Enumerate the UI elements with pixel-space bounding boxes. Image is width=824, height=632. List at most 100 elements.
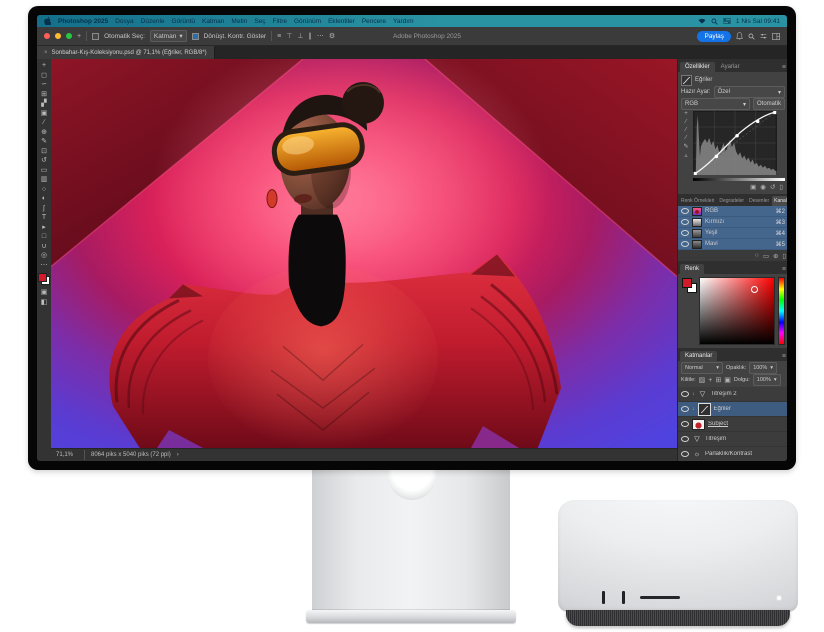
type-tool-icon[interactable]: T [37,213,51,223]
dodge-tool-icon[interactable]: ◐ [37,194,51,204]
curves-graph[interactable] [693,111,785,177]
fill-dropdown[interactable]: 100%▾ [753,374,781,386]
bell-icon[interactable] [736,32,743,40]
opacity-dropdown[interactable]: 100%▾ [749,362,777,374]
wifi-icon[interactable] [698,18,706,24]
brush-tool-icon[interactable]: ✎ [37,137,51,147]
crop-tool-icon[interactable]: ▞ [37,99,51,109]
history-brush-tool-icon[interactable]: ↺ [37,156,51,166]
save-selection-icon[interactable]: ▭ [763,252,769,260]
fg-bg-swatches[interactable] [681,277,696,345]
marquee-tool-icon[interactable]: ◻ [37,71,51,81]
align-top-icon[interactable]: ⊤ [286,32,292,40]
lasso-tool-icon[interactable]: ∽ [37,80,51,90]
menu-item-goruntu[interactable]: Görüntü [172,18,196,25]
search-icon[interactable] [748,33,755,40]
hand-adjust-icon[interactable]: + [684,111,688,117]
pen-tool-icon[interactable]: ∫ [37,204,51,214]
layer-row[interactable]: Subject [678,417,787,432]
menu-item-metin[interactable]: Metin [231,18,247,25]
tab-renk[interactable]: Renk [680,264,704,274]
tab-katmanlar[interactable]: Katmanlar [680,351,717,361]
menu-item-duzenle[interactable]: Düzenle [141,18,165,25]
sliders-icon[interactable] [760,33,767,40]
lock-position-icon[interactable]: + [708,377,712,384]
gear-icon[interactable]: ⚙ [329,32,335,40]
eraser-tool-icon[interactable]: ▭ [37,166,51,176]
screen-mode-icon[interactable]: ◧ [37,298,51,308]
toggle-visibility-icon[interactable]: ◉ [760,183,766,191]
healing-tool-icon[interactable]: ⊕ [37,128,51,138]
quick-mask-icon[interactable]: ▣ [37,288,51,298]
delete-icon[interactable]: ▯ [779,183,783,191]
draw-curve-icon[interactable]: ✎ [683,143,688,150]
channel-dropdown[interactable]: RGB▾ [681,98,750,110]
layer-row[interactable]: ▽ Titreşim [678,432,787,447]
clone-stamp-tool-icon[interactable]: ⊡ [37,147,51,157]
menubar-clock[interactable]: 1 Nis Sal 09:41 [736,18,780,25]
menu-item-yardim[interactable]: Yardım [393,18,413,25]
zoom-tool-icon[interactable]: ◎ [37,251,51,261]
path-select-tool-icon[interactable]: ▸ [37,223,51,233]
eye-icon[interactable] [681,421,689,427]
align-left-icon[interactable]: ≡ [277,33,281,40]
foreground-color-swatch[interactable] [682,278,692,288]
close-tab-icon[interactable]: × [44,50,48,56]
reset-icon[interactable]: ↺ [770,183,775,191]
workspace-grid-icon[interactable] [772,33,780,40]
edit-toolbar-icon[interactable]: ⋯ [37,261,51,271]
apple-menu-icon[interactable] [44,17,51,25]
delete-channel-icon[interactable]: ▯ [782,252,786,260]
eye-icon[interactable] [681,241,689,247]
tab-ozellikler[interactable]: Özellikler [680,62,715,72]
eye-icon[interactable] [681,219,689,225]
frame-tool-icon[interactable]: ▣ [37,109,51,119]
control-center-icon[interactable] [723,18,731,24]
foreground-color-swatch[interactable] [38,273,47,282]
eye-icon[interactable] [681,208,689,214]
blend-mode-dropdown[interactable]: Normal▾ [681,362,723,374]
channel-row[interactable]: Mavi ⌘5 [678,239,787,250]
tab-desenler[interactable]: Desenler [747,196,771,206]
saturation-square[interactable] [699,277,775,345]
auto-select-checkbox[interactable] [92,33,99,40]
eye-icon[interactable] [681,451,689,457]
eye-icon[interactable] [681,391,689,397]
status-chevron-icon[interactable]: › [177,452,179,458]
menu-item-app[interactable]: Photoshop 2025 [58,18,108,25]
menu-item-katman[interactable]: Katman [202,18,224,25]
menu-item-pencere[interactable]: Pencere [362,18,386,25]
show-transform-checkbox[interactable] [192,33,199,40]
load-selection-icon[interactable]: ○ [755,252,759,259]
more-options-icon[interactable]: ⋯ [317,32,324,40]
lock-all-icon[interactable]: ▣ [724,376,731,384]
eyedropper-gray-icon[interactable]: ∕ [685,127,686,133]
panel-menu-icon[interactable]: ≡ [782,353,786,361]
eye-icon[interactable] [681,406,689,412]
channel-row[interactable]: Yeşil ⌘4 [678,228,787,239]
document-tab[interactable]: × Sonbahar-Kış-Koleksiyonu.psd @ 71,1% (… [37,46,215,59]
color-swatches[interactable] [38,273,50,285]
eyedropper-tool-icon[interactable]: ∕ [37,118,51,128]
auto-select-dropdown[interactable]: Katman▾ [150,30,187,42]
align-bottom-icon[interactable]: ⊥ [297,32,303,40]
eyedropper-black-icon[interactable]: ∕ [685,119,686,125]
channel-row[interactable]: Kırmızı ⌘3 [678,217,787,228]
zoom-level[interactable]: 71,1% [56,452,78,458]
panel-menu-icon[interactable]: ≡ [782,64,786,72]
blur-tool-icon[interactable]: ○ [37,185,51,195]
new-channel-icon[interactable]: ⊕ [773,252,778,260]
layer-row[interactable]: ☼ Parlaklık/Kontrast [678,447,787,461]
eye-icon[interactable] [681,436,689,442]
menu-item-dosya[interactable]: Dosya [115,18,133,25]
eye-icon[interactable] [681,230,689,236]
tab-renk-ornekleri[interactable]: Renk Örnekleri [679,196,716,206]
channel-row[interactable]: RGB ⌘2 [678,206,787,217]
hand-tool-icon[interactable]: ∪ [37,242,51,252]
hue-slider[interactable] [778,277,785,345]
zoom-window-button[interactable] [66,33,72,39]
clip-to-layer-icon[interactable]: ▣ [750,183,756,191]
menu-item-gorunum[interactable]: Görünüm [294,18,321,25]
menu-item-eklentiler[interactable]: Eklentiler [328,18,355,25]
share-button[interactable]: Paylaş [697,31,731,42]
